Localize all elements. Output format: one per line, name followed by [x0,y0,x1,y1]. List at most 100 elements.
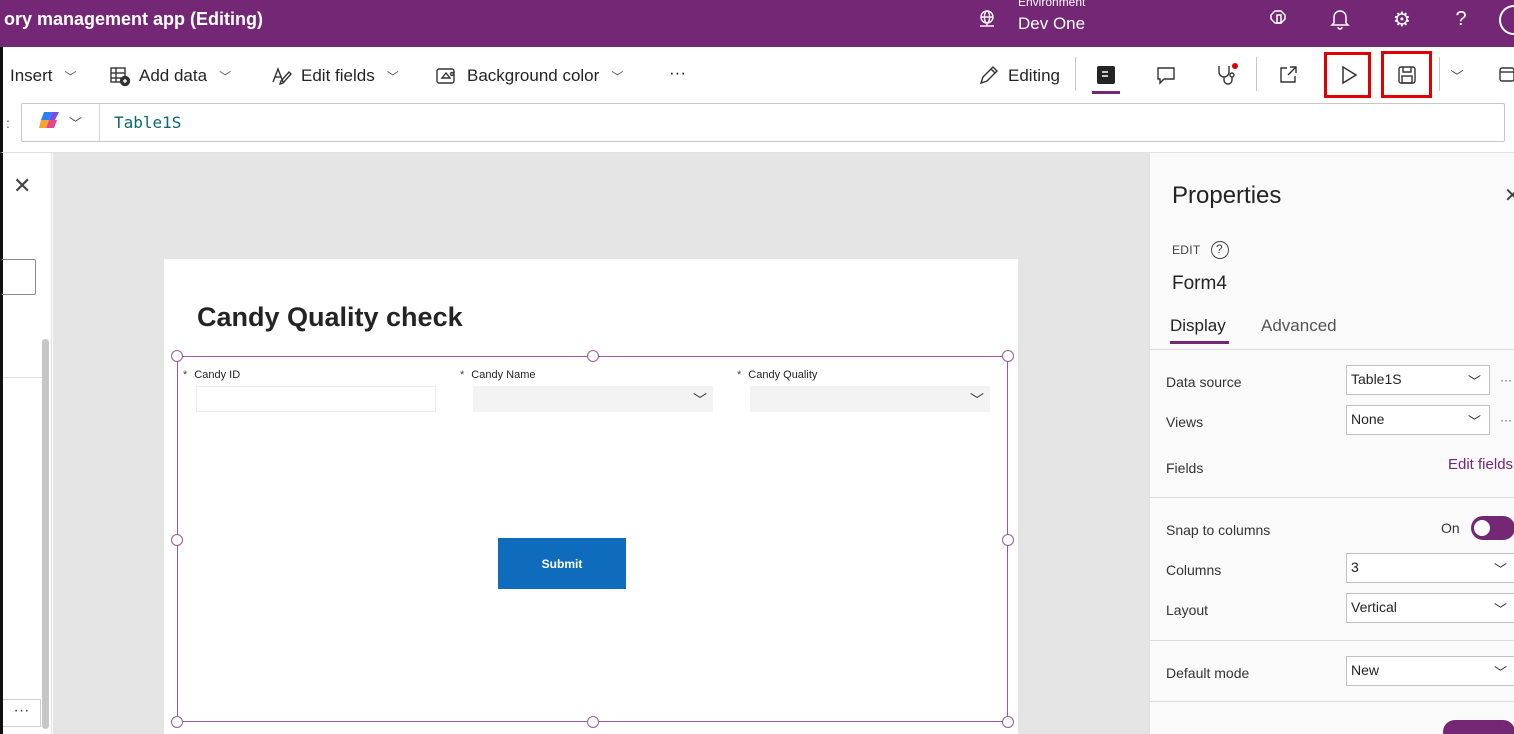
environment-label: Environment [1018,0,1086,9]
design-canvas[interactable]: Candy Quality check * Candy ID * Candy Nam… [53,153,1149,734]
background-color-label: Background color [467,66,600,85]
snap-to-columns-label: Snap to columns [1166,522,1271,538]
chevron-down-icon: ﹀ [219,69,232,84]
views-more-icon[interactable]: ··· [1500,413,1512,427]
command-bar: Insert ﹀ Add data ﹀ Edit fields ﹀ Backgr… [0,47,1514,103]
data-source-more-icon[interactable]: ··· [1500,373,1512,387]
formula-bar: : ﹀ Table1S [0,103,1514,153]
close-icon[interactable]: ✕ [1504,183,1514,208]
candy-id-input[interactable] [196,386,436,412]
default-mode-label: Default mode [1166,665,1250,681]
formula-text: Table1S [114,113,182,132]
editing-label: Editing [1008,66,1060,85]
background-color-button[interactable]: Background color ﹀ [435,66,623,86]
edit-fields-icon [271,66,293,86]
copilot-icon[interactable] [1267,7,1291,31]
app-checker-stethoscope-icon[interactable] [1213,62,1239,88]
help-icon[interactable]: ? [1449,7,1473,31]
candy-name-label: * Candy Name [460,369,536,381]
edit-fields-button[interactable]: Edit fields ﹀ [271,66,399,86]
default-mode-dropdown[interactable]: New ﹀ [1346,656,1514,686]
submit-button[interactable]: Submit [498,538,626,589]
views-label: Views [1166,414,1204,430]
tree-search-input[interactable] [1,259,36,295]
left-panel: ✕ ··· [0,153,52,734]
comments-icon[interactable] [1153,62,1179,88]
close-icon[interactable]: ✕ [13,173,31,199]
more-commands-button[interactable]: ··· [669,63,686,83]
formula-input[interactable]: ﹀ Table1S [21,103,1505,142]
notifications-bell-icon[interactable] [1328,7,1352,31]
candy-name-dropdown[interactable]: ﹀ [473,386,713,412]
layout-dropdown[interactable]: Vertical ﹀ [1346,593,1514,623]
snap-to-columns-toggle[interactable] [1471,516,1514,540]
form-title[interactable]: Candy Quality check [197,302,463,333]
save-options-chevron-icon[interactable]: ﹀ [1444,62,1470,88]
user-avatar[interactable] [1499,5,1514,35]
property-dropdown-edge[interactable]: : [6,115,10,131]
chevron-down-icon: ﹀ [611,69,624,84]
chevron-down-icon: ﹀ [386,69,399,84]
control-name[interactable]: Form4 [1172,273,1227,295]
data-source-label: Data source [1166,374,1242,390]
chevron-down-icon: ﹀ [1493,562,1507,577]
partial-toggle[interactable] [1443,720,1514,734]
views-dropdown[interactable]: None ﹀ [1346,405,1490,435]
help-icon[interactable]: ? [1210,241,1229,259]
properties-panel: Properties ✕ EDIT ? Form4 Display Advanc… [1149,153,1514,734]
tab-advanced[interactable]: Advanced [1261,316,1337,336]
divider [1150,349,1514,350]
copilot-logo-icon [38,109,63,136]
chevron-down-icon: ﹀ [1467,374,1481,389]
candy-id-label: * Candy ID [183,369,241,381]
resize-handle[interactable] [171,350,183,362]
divider [1075,57,1076,91]
resize-handle[interactable] [171,534,183,546]
highlight-box-play [1324,52,1371,98]
resize-handle[interactable] [1002,716,1014,728]
publish-icon[interactable] [1495,62,1514,88]
edit-fields-label: Edit fields [301,66,375,85]
pencil-icon [978,66,1000,86]
chevron-down-icon: ﹀ [693,392,707,408]
paint-bucket-icon [435,66,459,86]
properties-title: Properties [1172,182,1282,209]
chevron-down-icon: ﹀ [1493,665,1507,680]
app-screen[interactable]: Candy Quality check * Candy ID * Candy Nam… [164,259,1018,734]
resize-handle[interactable] [587,350,599,362]
add-data-label: Add data [139,66,208,85]
insert-label: Insert [10,66,53,85]
app-title: ory management app (Editing) [4,9,264,29]
more-options-button[interactable]: ··· [3,699,41,727]
chevron-down-icon: ﹀ [970,392,984,408]
resize-handle[interactable] [587,716,599,728]
share-icon[interactable] [1275,62,1301,88]
table-add-icon [109,66,131,86]
scrollbar[interactable] [42,339,49,729]
add-data-button[interactable]: Add data ﹀ [109,66,231,86]
resize-handle[interactable] [1002,350,1014,362]
tab-display[interactable]: Display [1170,316,1226,336]
fields-label: Fields [1166,460,1204,476]
resize-handle[interactable] [1002,534,1014,546]
environment-icon[interactable] [977,9,997,29]
environment-name[interactable]: Dev One [1018,14,1085,34]
layout-label: Layout [1166,602,1209,618]
columns-dropdown[interactable]: 3 ﹀ [1346,553,1514,583]
chevron-down-icon: ﹀ [68,116,82,131]
edit-fields-link[interactable]: Edit fields [1448,456,1513,473]
snap-toggle-state: On [1441,520,1460,536]
candy-quality-dropdown[interactable]: ﹀ [750,386,990,412]
resize-handle[interactable] [171,716,183,728]
settings-gear-icon[interactable]: ⚙ [1390,7,1414,31]
divider [1150,497,1514,498]
data-source-dropdown[interactable]: Table1S ﹀ [1346,365,1490,395]
active-indicator [1092,91,1120,94]
editing-mode-button[interactable]: Editing [978,66,1060,86]
form-view-icon[interactable] [1093,62,1119,88]
insert-button[interactable]: Insert ﹀ [10,66,77,86]
copilot-formula-button[interactable]: ﹀ [22,104,100,141]
chevron-down-icon: ﹀ [1493,602,1507,617]
title-bar: ory management app (Editing) Environment… [0,0,1514,47]
divider [1150,701,1514,702]
